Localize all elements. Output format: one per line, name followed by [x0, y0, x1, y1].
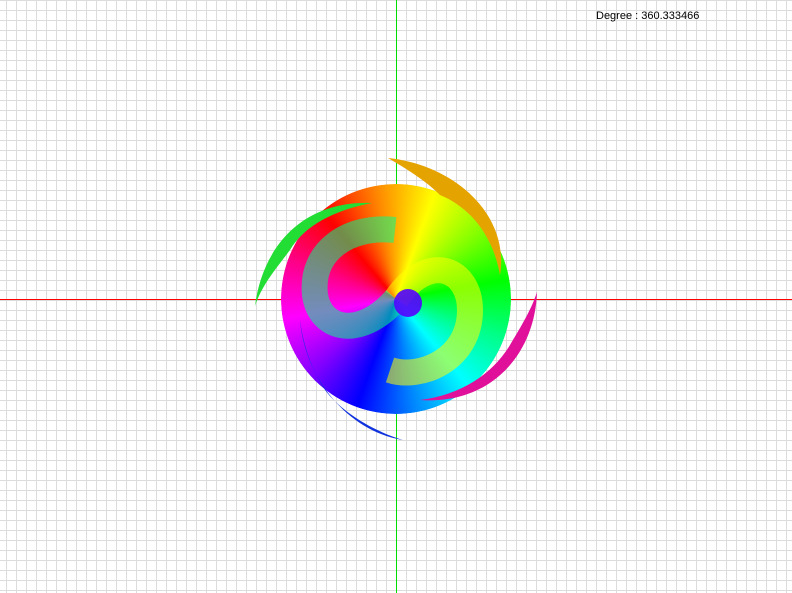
degree-readout: Degree : 360.333466: [596, 10, 700, 22]
viewport-canvas[interactable]: Degree : 360.333466: [0, 0, 792, 593]
rainbow-swirl: [255, 158, 537, 440]
